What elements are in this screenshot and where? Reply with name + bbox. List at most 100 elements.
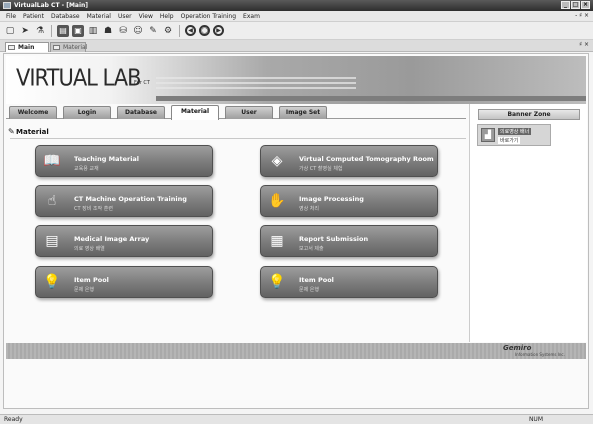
menu-view[interactable]: View — [139, 13, 153, 20]
header-banner: VIRTUAL LAB For CT — [6, 56, 586, 104]
button-subtitle: 영상 처리 — [299, 206, 319, 212]
button-subtitle: 의료 영상 배열 — [74, 246, 105, 252]
monitor-icon[interactable]: ▣ — [72, 24, 84, 37]
book-icon: 📖 — [43, 153, 61, 169]
item-pool-button-2[interactable]: 💡 Item Pool 문제 은행 — [260, 266, 438, 298]
toolbar-separator — [179, 24, 180, 37]
button-title: Report Submission — [299, 235, 369, 243]
menu-exam[interactable]: Exam — [243, 13, 260, 20]
tab-welcome[interactable]: Welcome — [9, 106, 57, 119]
tab-user[interactable]: User — [225, 106, 273, 119]
refresh-circle-icon[interactable]: ◯ — [199, 25, 210, 36]
document-icon[interactable]: ▤ — [57, 24, 69, 37]
button-title: Teaching Material — [74, 155, 140, 163]
lightbulb-icon: 💡 — [268, 274, 286, 290]
arrow-icon[interactable]: ➤ — [19, 25, 31, 37]
window-controls: _ □ × — [561, 1, 590, 9]
menu-help[interactable]: Help — [160, 13, 174, 20]
gear-icon[interactable]: ⚙ — [162, 25, 174, 37]
title-bar: VirtualLab CT - [Main] _ □ × — [0, 0, 593, 11]
button-title: Item Pool — [299, 276, 334, 284]
status-text: Ready — [4, 416, 23, 423]
pin-close-controls[interactable]: ♯ × — [579, 41, 589, 48]
footer-band — [6, 343, 586, 359]
doc-tab-label: Main — [18, 44, 35, 51]
new-icon[interactable]: ▢ — [4, 25, 16, 37]
diamond-icon: ◈ — [271, 153, 283, 169]
banner-card-line2: 바로가기 — [498, 137, 521, 144]
flask-icon[interactable]: ⚗ — [34, 25, 46, 37]
person-icon[interactable]: ☺ — [132, 25, 144, 37]
button-subtitle: 교육용 교재 — [74, 166, 99, 172]
banner-card-line1: 의료영상 배너 — [498, 128, 532, 135]
button-subtitle: 보고서 제출 — [299, 246, 324, 252]
app-window: VirtualLab CT - [Main] _ □ × File Patien… — [0, 0, 593, 424]
button-title: Image Processing — [299, 195, 364, 203]
report-icon: ▦ — [270, 233, 284, 249]
button-subtitle: 문제 은행 — [74, 287, 94, 293]
document-tab-strip: Main Material ♯ × — [0, 40, 593, 52]
chart-icon[interactable]: ▥ — [87, 25, 99, 37]
item-pool-button[interactable]: 💡 Item Pool 문제 은행 — [35, 266, 213, 298]
tab-image-set[interactable]: Image Set — [279, 106, 327, 119]
button-subtitle: 가상 CT 촬영실 체험 — [299, 166, 343, 172]
hands-icon: ✋ — [268, 193, 286, 209]
image-processing-button[interactable]: ✋ Image Processing 영상 처리 — [260, 185, 438, 217]
main-tab-bar: Welcome Login Database Material User Ima… — [6, 104, 466, 120]
settings-icon[interactable]: ✎ — [147, 25, 159, 37]
window-title: VirtualLab CT - [Main] — [14, 2, 89, 9]
button-title: Medical Image Array — [74, 235, 150, 243]
doc-tab-main[interactable]: Main — [5, 42, 49, 52]
section-title: Material — [16, 128, 49, 136]
button-title: Item Pool — [74, 276, 109, 284]
lightbulb-icon: 💡 — [43, 274, 61, 290]
company-logo: Gemiro — [503, 344, 532, 352]
button-subtitle: CT 장비 조작 훈련 — [74, 206, 113, 212]
toolbar-separator — [51, 24, 52, 37]
button-title: CT Machine Operation Training — [74, 195, 187, 203]
maximize-button[interactable]: □ — [571, 1, 580, 9]
medical-image-array-button[interactable]: ▤ Medical Image Array 의료 영상 배열 — [35, 225, 213, 257]
users-icon[interactable]: ☗ — [102, 25, 114, 37]
window-icon — [53, 45, 60, 50]
section-divider — [10, 138, 466, 139]
tab-login[interactable]: Login — [63, 106, 111, 119]
chart-icon: ▟ — [481, 128, 495, 142]
banner-zone-title: Banner Zone — [478, 109, 580, 120]
window-icon — [8, 45, 15, 50]
menu-user[interactable]: User — [118, 13, 132, 20]
doc-tab-material[interactable]: Material — [50, 42, 87, 52]
mdi-controls[interactable]: - ♯ × — [575, 12, 589, 19]
button-subtitle: 문제 은행 — [299, 287, 319, 293]
banner-strip — [156, 96, 586, 101]
button-title: Virtual Computed Tomography Room — [299, 155, 434, 163]
menu-database[interactable]: Database — [51, 13, 80, 20]
logo-subtitle: For CT — [134, 80, 150, 86]
hand-icon: ☝ — [47, 193, 57, 209]
banner-zone-card[interactable]: ▟ 의료영상 배너 바로가기 — [477, 124, 551, 146]
menu-material[interactable]: Material — [87, 13, 111, 20]
menu-patient[interactable]: Patient — [23, 13, 44, 20]
toolbar: ▢ ➤ ⚗ ▤ ▣ ▥ ☗ ⛁ ☺ ✎ ⚙ ◀ ◯ ▶ — [0, 22, 593, 40]
back-circle-icon[interactable]: ◀ — [185, 25, 196, 36]
document-icon: ▤ — [45, 233, 59, 249]
menu-file[interactable]: File — [6, 13, 16, 20]
tab-database[interactable]: Database — [117, 106, 165, 119]
virtual-lab-logo: VIRTUAL LAB — [16, 64, 142, 92]
teaching-material-button[interactable]: 📖 Teaching Material 교육용 교재 — [35, 145, 213, 177]
virtual-ct-room-button[interactable]: ◈ Virtual Computed Tomography Room 가상 CT… — [260, 145, 438, 177]
ct-machine-operation-training-button[interactable]: ☝ CT Machine Operation Training CT 장비 조작… — [35, 185, 213, 217]
close-button[interactable]: × — [581, 1, 590, 9]
minimize-button[interactable]: _ — [561, 1, 570, 9]
forward-circle-icon[interactable]: ▶ — [213, 25, 224, 36]
menu-operation-training[interactable]: Operation Training — [181, 13, 236, 20]
tab-material[interactable]: Material — [171, 105, 219, 120]
menu-bar: File Patient Database Material User View… — [0, 11, 593, 22]
banner-decoration — [156, 77, 356, 92]
status-bar: Ready NUM — [0, 414, 593, 424]
database-icon[interactable]: ⛁ — [117, 25, 129, 37]
num-lock-indicator: NUM — [528, 416, 543, 423]
pencil-icon: ✎ — [8, 127, 15, 136]
app-icon — [3, 2, 11, 9]
report-submission-button[interactable]: ▦ Report Submission 보고서 제출 — [260, 225, 438, 257]
